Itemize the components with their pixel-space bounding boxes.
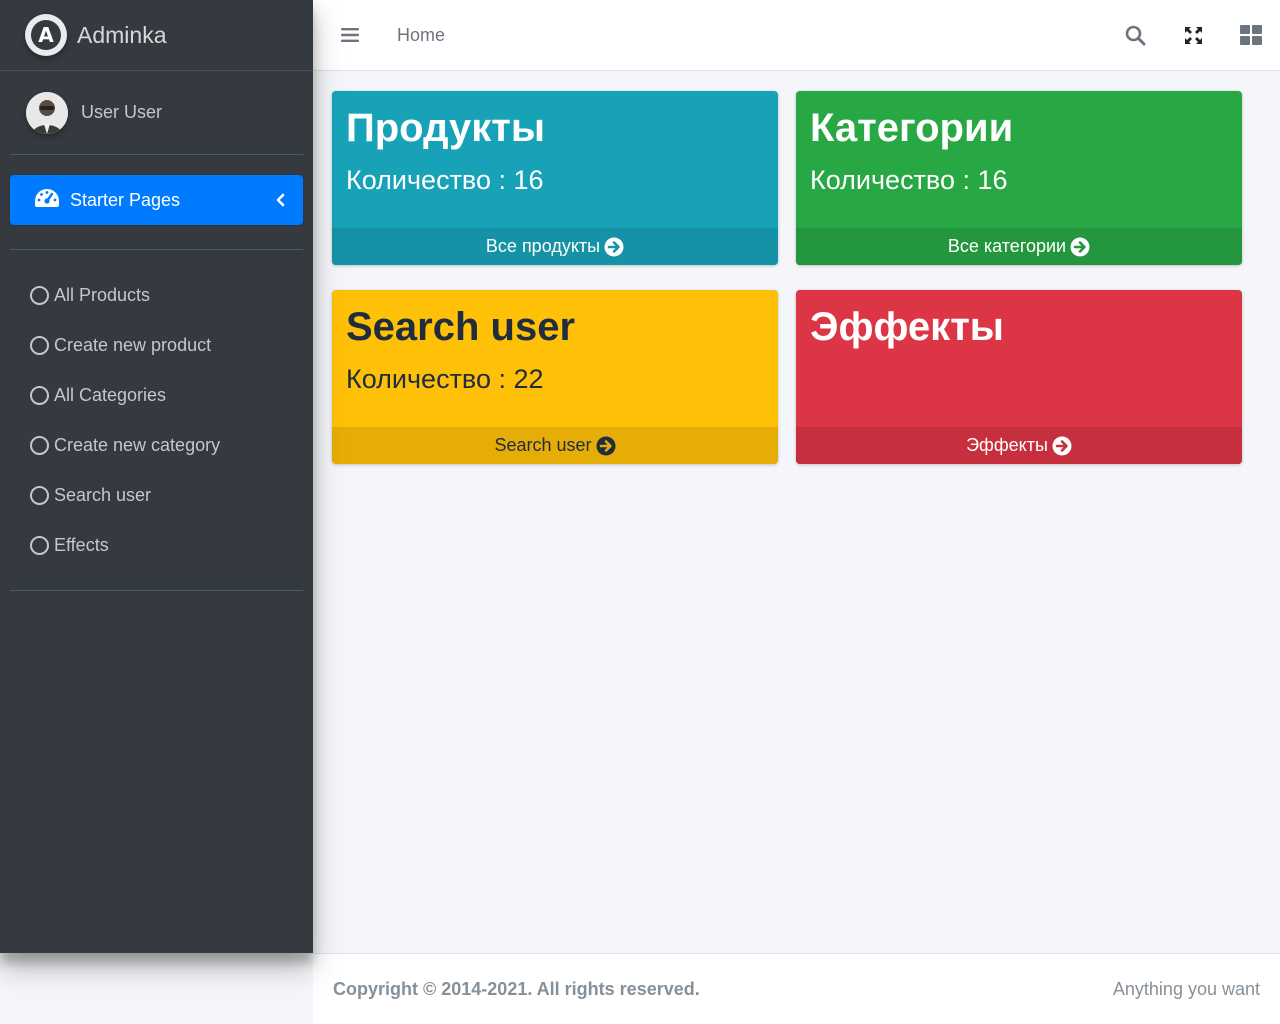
home-link[interactable]: Home	[397, 25, 445, 46]
circle-icon	[30, 385, 49, 405]
sidebar-item-starter-pages[interactable]: Starter Pages	[10, 175, 303, 225]
circle-icon	[30, 335, 49, 355]
avatar[interactable]	[26, 91, 68, 134]
box-count: Количество : 16	[346, 165, 544, 195]
sidebar-item-label: Effects	[54, 534, 109, 555]
sidebar-item-all-categories[interactable]: All Categories	[0, 370, 313, 420]
sidebar-item-label: Search user	[54, 484, 152, 505]
search-icon[interactable]	[1106, 10, 1164, 60]
box-count: Количество : 16	[810, 165, 1008, 195]
box-title: Search user	[346, 305, 576, 349]
products-box-footer-link[interactable]: Все продукты	[332, 228, 778, 265]
sidebar: A Adminka User User Starter Pages All Pr…	[0, 0, 313, 953]
arrow-circle-right-icon	[1052, 436, 1072, 456]
sidebar-item-create-category[interactable]: Create new category	[0, 420, 313, 470]
circle-icon	[30, 535, 49, 555]
box-footer-label: Search user	[494, 435, 592, 455]
sidebar-divider	[10, 249, 303, 250]
brand-name: Adminka	[77, 21, 167, 48]
fullscreen-icon[interactable]	[1164, 10, 1222, 60]
categories-box-footer-link[interactable]: Все категории	[796, 228, 1242, 265]
box-count: Количество : 22	[346, 364, 544, 394]
brand-logo-letter: A	[31, 20, 61, 50]
sidebar-item-all-products[interactable]: All Products	[0, 270, 313, 320]
circle-icon	[30, 285, 49, 305]
copyright-text: Copyright © 2014-2021. All rights reserv…	[333, 978, 700, 999]
top-navbar: Home	[313, 0, 1280, 71]
categories-box: Категории Количество : 16 Все категории	[796, 91, 1242, 265]
products-box: Продукты Количество : 16 Все продукты	[332, 91, 778, 265]
box-footer-label: Все категории	[947, 236, 1067, 256]
sidebar-item-label: All Categories	[54, 384, 167, 405]
tachometer-icon	[34, 188, 60, 213]
box-footer-label: Все продукты	[485, 236, 601, 256]
navbar-right	[1106, 10, 1280, 60]
sidebar-item-search-user[interactable]: Search user	[0, 470, 313, 520]
page-footer: Copyright © 2014-2021. All rights reserv…	[313, 953, 1280, 1024]
search-user-box-footer-link[interactable]: Search user	[332, 427, 778, 464]
box-footer-label: Эффекты	[966, 435, 1048, 455]
sidebar-item-label: Create new product	[54, 334, 212, 355]
sidebar-item-label: All Products	[54, 284, 151, 305]
effects-box: Эффекты Эффекты	[796, 290, 1242, 464]
user-panel: User User	[10, 71, 303, 155]
menu-icon[interactable]	[341, 27, 359, 43]
sidebar-item-label: Starter Pages	[70, 189, 181, 210]
sidebar-nav-list: All Products Create new product All Cate…	[0, 270, 313, 570]
circle-icon	[30, 485, 49, 505]
sidebar-divider	[10, 590, 303, 591]
box-title: Продукты	[346, 106, 545, 150]
arrow-circle-right-icon	[1070, 237, 1090, 257]
brand-logo: A	[25, 14, 67, 56]
arrow-circle-right-icon	[596, 436, 616, 456]
grid-icon[interactable]	[1222, 10, 1280, 60]
arrow-circle-right-icon	[604, 237, 624, 257]
chevron-left-icon	[275, 193, 285, 207]
search-user-box: Search user Количество : 22 Search user	[332, 290, 778, 464]
user-name[interactable]: User User	[81, 102, 162, 123]
circle-icon	[30, 435, 49, 455]
footer-right-text: Anything you want	[1112, 978, 1260, 999]
box-title: Эффекты	[810, 305, 1004, 349]
sidebar-item-create-product[interactable]: Create new product	[0, 320, 313, 370]
box-title: Категории	[810, 106, 1014, 150]
sidebar-item-label: Create new category	[54, 434, 221, 455]
sidebar-item-effects[interactable]: Effects	[0, 520, 313, 570]
effects-box-footer-link[interactable]: Эффекты	[796, 427, 1242, 464]
brand-link[interactable]: A Adminka	[0, 0, 313, 71]
